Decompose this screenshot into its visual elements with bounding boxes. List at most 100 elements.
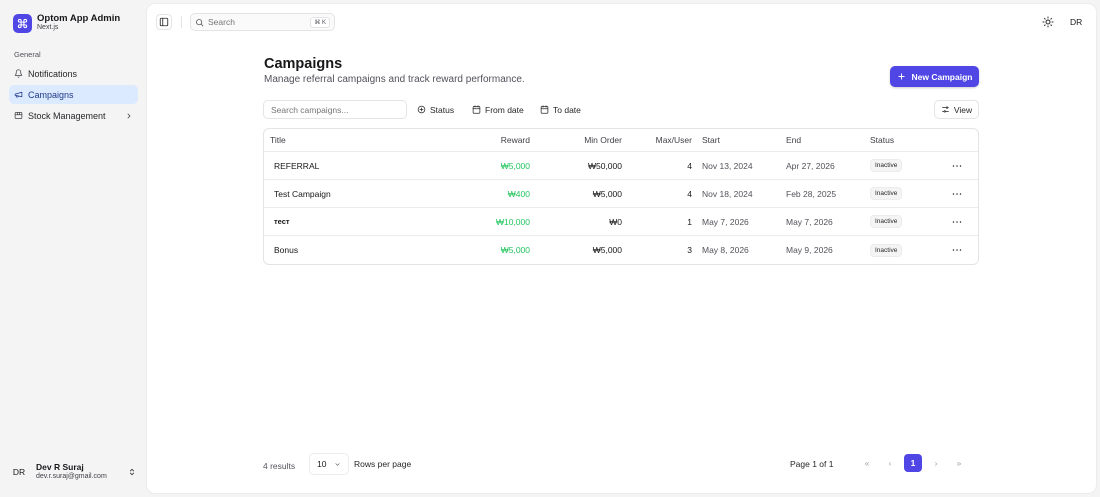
global-search[interactable]: ⌘ K — [190, 13, 335, 31]
col-title[interactable]: Title — [270, 129, 286, 151]
user-name: Dev R Suraj — [36, 462, 84, 473]
campaign-title: Test Campaign — [274, 188, 331, 199]
sidebar: Optom App Admin Next.js General Notifica… — [0, 0, 147, 497]
col-status[interactable]: Status — [870, 129, 894, 151]
col-end[interactable]: End — [786, 129, 801, 151]
more-horizontal-icon — [952, 192, 962, 196]
to-date-button[interactable]: To date — [536, 100, 585, 119]
view-options-button[interactable]: View — [934, 100, 979, 119]
search-input[interactable] — [208, 17, 308, 27]
last-page-button[interactable]: » — [950, 454, 968, 472]
results-count: 4 results — [263, 461, 296, 471]
main-panel: ⌘ K DR Campaigns Manage referral campaig… — [147, 4, 1096, 493]
status-badge: Inactive — [870, 159, 903, 172]
campaign-max-user: 3 — [687, 245, 692, 255]
table-header: Title Reward Min Order Max/User Start En… — [264, 129, 978, 152]
campaign-end: May 9, 2026 — [786, 245, 833, 255]
new-campaign-label: New Campaign — [911, 71, 973, 82]
row-actions-button[interactable] — [950, 208, 964, 235]
package-icon — [14, 111, 23, 120]
table-row[interactable]: тест ₩10,000 ₩0 1 May 7, 2026 May 7, 202… — [264, 208, 978, 236]
row-actions-button[interactable] — [950, 180, 964, 207]
bell-icon — [14, 69, 23, 78]
status-filter-button[interactable]: Status — [413, 100, 458, 119]
chevrons-up-down-icon — [128, 467, 136, 477]
chevron-right-icon — [125, 112, 133, 120]
campaign-max-user: 1 — [687, 216, 692, 227]
page-subtitle: Manage referral campaigns and track rewa… — [264, 74, 525, 85]
campaigns-table: Title Reward Min Order Max/User Start En… — [263, 128, 979, 265]
app-title: Optom App Admin — [37, 12, 121, 24]
table-row[interactable]: Test Campaign ₩400 ₩5,000 4 Nov 18, 2024… — [264, 180, 978, 208]
sun-icon — [1042, 16, 1054, 28]
col-start[interactable]: Start — [702, 129, 720, 151]
profile-avatar-button[interactable]: DR — [1070, 17, 1082, 27]
from-date-label: From date — [485, 104, 524, 115]
campaign-min-order: ₩0 — [609, 216, 622, 227]
nav-group-label: General — [14, 50, 41, 59]
rows-per-page-value: 10 — [317, 459, 327, 469]
campaign-search-input[interactable] — [263, 100, 407, 119]
campaign-end: May 7, 2026 — [786, 216, 833, 227]
next-page-button[interactable]: › — [927, 454, 945, 472]
table-row[interactable]: Bonus ₩5,000 ₩5,000 3 May 8, 2026 May 9,… — [264, 236, 978, 264]
theme-toggle-button[interactable] — [1042, 16, 1054, 28]
more-horizontal-icon — [952, 248, 962, 252]
campaign-reward: ₩5,000 — [500, 245, 530, 255]
page-1-button[interactable]: 1 — [904, 454, 922, 472]
row-actions-button[interactable] — [950, 152, 964, 179]
status-badge: Inactive — [870, 215, 903, 228]
campaign-title: Bonus — [274, 245, 299, 255]
view-label: View — [953, 104, 973, 115]
new-campaign-button[interactable]: New Campaign — [890, 66, 979, 87]
first-page-button[interactable]: « — [858, 454, 876, 472]
campaign-end: Apr 27, 2026 — [786, 160, 835, 171]
brand[interactable]: Optom App Admin Next.js — [0, 0, 147, 34]
search-shortcut: ⌘ K — [310, 16, 330, 28]
topbar: ⌘ K DR — [147, 4, 1096, 40]
from-date-button[interactable]: From date — [468, 100, 528, 119]
megaphone-icon — [14, 90, 23, 99]
rows-per-page-select[interactable]: 10 — [309, 453, 349, 475]
divider — [181, 16, 182, 28]
rows-per-page-label: Rows per page — [354, 459, 412, 469]
calendar-icon — [472, 105, 481, 114]
campaign-start: May 8, 2026 — [702, 245, 749, 255]
page-title: Campaigns — [264, 56, 343, 72]
col-reward[interactable]: Reward — [444, 129, 530, 151]
sidebar-item-notifications[interactable]: Notifications — [9, 64, 138, 83]
sidebar-item-stock-management[interactable]: Stock Management — [9, 106, 138, 125]
campaign-min-order: ₩5,000 — [592, 188, 622, 199]
command-icon — [13, 13, 32, 33]
status-badge: Inactive — [870, 187, 903, 200]
sidebar-toggle-button[interactable] — [156, 14, 172, 30]
col-max-user[interactable]: Max/User — [626, 129, 692, 151]
plus-circle-icon — [417, 105, 426, 114]
search-icon — [195, 18, 204, 27]
sidebar-item-campaigns[interactable]: Campaigns — [9, 85, 138, 104]
sidebar-item-label: Stock Management — [28, 110, 106, 121]
campaign-max-user: 4 — [687, 160, 692, 171]
col-min-order[interactable]: Min Order — [534, 129, 622, 151]
campaign-min-order: ₩5,000 — [592, 245, 622, 255]
campaign-start: Nov 18, 2024 — [702, 188, 753, 199]
sidebar-item-label: Campaigns — [28, 89, 74, 100]
prev-page-button[interactable]: ‹ — [881, 454, 899, 472]
campaign-reward: ₩5,000 — [500, 160, 530, 171]
campaign-title: REFERRAL — [274, 160, 320, 171]
table-row[interactable]: REFERRAL ₩5,000 ₩50,000 4 Nov 13, 2024 A… — [264, 152, 978, 180]
campaign-max-user: 4 — [687, 188, 692, 199]
campaign-reward: ₩400 — [507, 188, 530, 199]
user-menu[interactable]: DR Dev R Suraj dev.r.suraj@gmail.com — [10, 459, 136, 485]
campaign-title: тест — [274, 217, 290, 226]
more-horizontal-icon — [952, 164, 962, 168]
sidebar-nav: Notifications Campaigns Stock Management — [0, 60, 147, 127]
sliders-icon — [941, 105, 950, 114]
calendar-icon — [540, 105, 549, 114]
to-date-label: To date — [553, 104, 581, 115]
row-actions-button[interactable] — [950, 236, 964, 264]
status-badge: Inactive — [870, 243, 903, 257]
campaign-start: Nov 13, 2024 — [702, 160, 753, 171]
campaign-start: May 7, 2026 — [702, 216, 749, 227]
app-subtitle: Next.js — [37, 24, 59, 32]
